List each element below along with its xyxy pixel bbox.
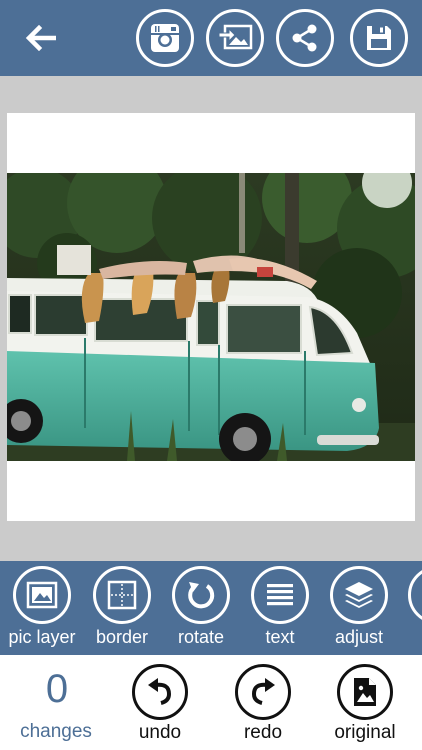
save-icon (367, 26, 391, 50)
tool-border[interactable]: border (82, 565, 162, 653)
original-label: original (334, 722, 396, 743)
undo-label: undo (138, 722, 182, 743)
original-button[interactable]: original (320, 661, 410, 747)
border-grid-icon (107, 580, 137, 610)
top-toolbar (0, 0, 422, 76)
bottom-bar: 0 changes undo redo original (0, 655, 422, 750)
partial-tool-icon (408, 566, 422, 624)
share-icon (292, 24, 317, 52)
editor-canvas (0, 76, 422, 561)
tool-pic-layer[interactable]: pic layer (2, 565, 82, 653)
redo-label: redo (243, 722, 283, 743)
undo-icon (148, 678, 172, 705)
changes-count: 0 (45, 667, 69, 711)
set-as-button[interactable] (206, 9, 264, 67)
back-button[interactable] (22, 20, 62, 56)
undo-button[interactable]: undo (115, 661, 205, 747)
share-button[interactable] (276, 9, 334, 67)
save-button[interactable] (350, 9, 408, 67)
photo-image (7, 173, 415, 461)
back-arrow-icon (25, 25, 56, 51)
tool-rotate[interactable]: rotate (161, 565, 241, 653)
photo-frame (7, 113, 415, 521)
tool-label: f (387, 627, 422, 648)
instagram-icon (151, 24, 179, 52)
tools-bar: pic layer border rotate text adjust (0, 561, 422, 655)
original-image-icon (354, 678, 376, 706)
tool-partial[interactable]: f (397, 565, 422, 653)
layers-stack-icon (345, 582, 373, 608)
edited-photo[interactable] (7, 173, 415, 461)
picture-layer-icon (26, 581, 58, 609)
redo-icon (251, 678, 275, 705)
redo-button[interactable]: redo (218, 661, 308, 747)
instagram-button[interactable] (136, 9, 194, 67)
image-export-icon (218, 24, 253, 50)
text-lines-icon (267, 584, 293, 606)
tool-text[interactable]: text (240, 565, 320, 653)
rotate-icon (188, 582, 215, 609)
changes-label: changes (20, 721, 92, 742)
